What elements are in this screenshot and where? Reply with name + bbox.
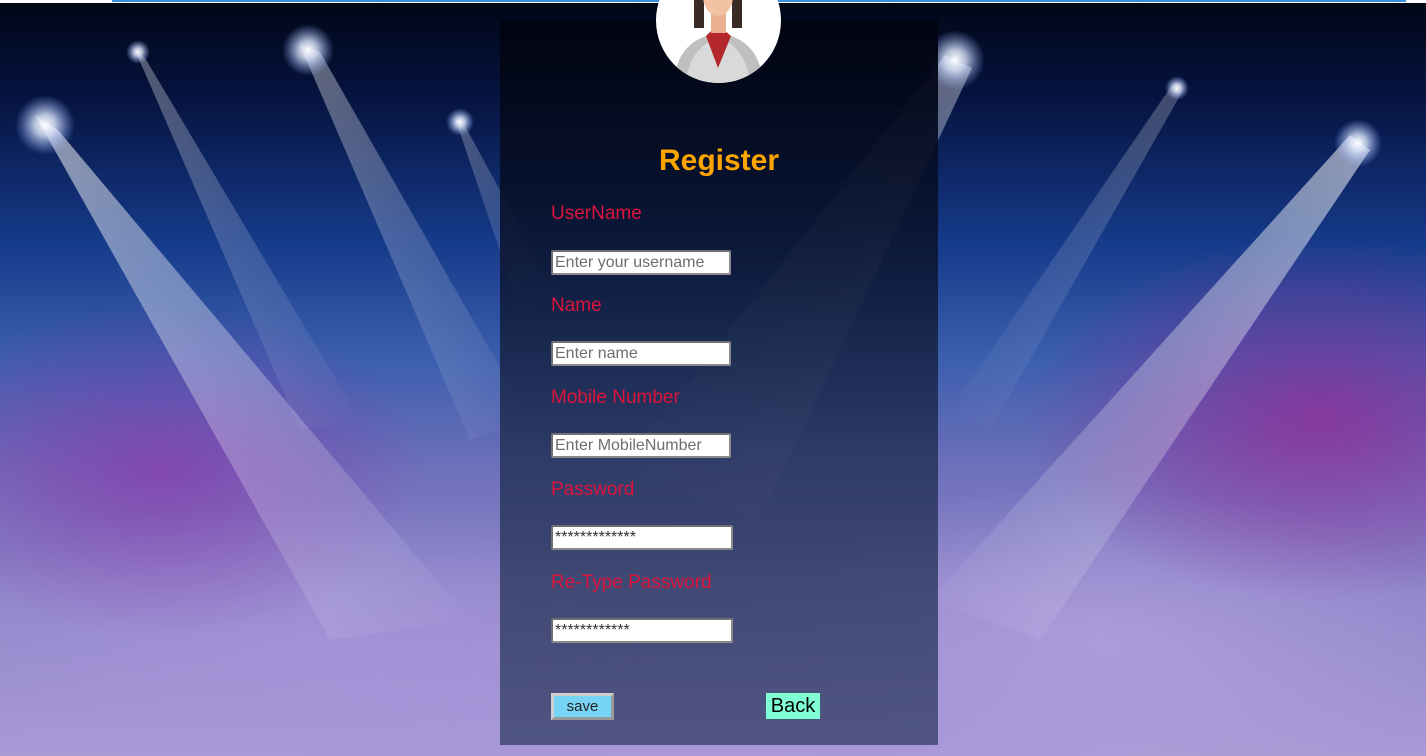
spotlight-lamp (126, 40, 150, 64)
mobile-number-input[interactable] (551, 433, 731, 458)
name-input[interactable] (551, 341, 731, 366)
retype-password-label: Re-Type Password (551, 572, 712, 593)
name-label: Name (551, 295, 602, 316)
register-title: Register (658, 144, 780, 177)
password-input[interactable] (551, 525, 733, 550)
spotlight-lamp (15, 95, 75, 155)
spotlight-lamp (446, 108, 474, 136)
back-button[interactable]: Back (766, 693, 820, 719)
spotlight-beam (35, 115, 470, 640)
password-label: Password (551, 479, 635, 500)
spotlight-lamp (1334, 119, 1382, 167)
username-input[interactable] (551, 250, 731, 275)
retype-password-input[interactable] (551, 618, 733, 643)
username-label: UserName (551, 203, 642, 224)
save-button[interactable]: save (551, 693, 614, 720)
spotlight-lamp (1165, 76, 1189, 100)
spotlight-lamp (282, 24, 334, 76)
mobile-number-label: Mobile Number (551, 387, 680, 408)
page-background: Register UserName Name Mobile Number Pas… (0, 0, 1426, 756)
